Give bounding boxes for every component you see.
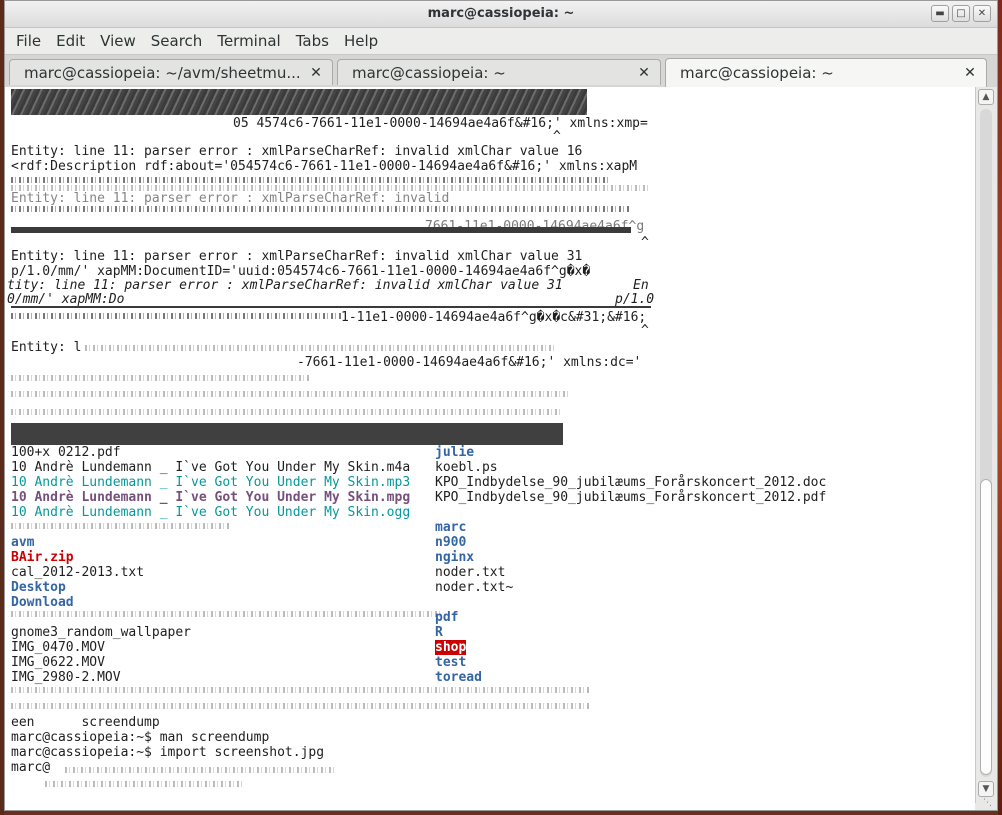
render-artifact: [11, 703, 591, 709]
file-entry: 100+x 0212.pdf: [11, 445, 121, 460]
menu-file[interactable]: File: [9, 30, 48, 52]
tab-label: marc@cassiopeia: ~: [680, 64, 834, 82]
menu-view[interactable]: View: [93, 30, 143, 52]
render-artifact: [11, 177, 611, 183]
render-artifact: [11, 611, 441, 617]
file-entry: 10 Andrè Lundemann _ I`ve Got You Under …: [11, 475, 411, 490]
directory-entry: n900: [435, 535, 467, 550]
window-title: marc@cassiopeia: ~: [427, 6, 575, 21]
render-artifact: [11, 313, 341, 319]
directory-entry: Desktop: [11, 580, 66, 595]
scrollbar-track[interactable]: [980, 109, 992, 777]
terminal-line: -7661-11e1-0000-14694ae4a6f&#16;' xmlns:…: [297, 355, 642, 370]
render-artifact: [11, 409, 561, 415]
menu-edit[interactable]: Edit: [49, 30, 92, 52]
close-tab-icon[interactable]: ✕: [962, 65, 978, 81]
menu-search[interactable]: Search: [144, 30, 210, 52]
directory-entry: marc: [435, 520, 467, 535]
scroll-up-icon[interactable]: ▲: [978, 89, 994, 105]
terminal-line: 05 4574c6-7661-11e1-0000-14694ae4a6f&#16…: [233, 116, 648, 131]
terminal-line: ^: [641, 323, 649, 338]
close-tab-icon[interactable]: ✕: [636, 65, 652, 81]
window-controls: ▬ □ ✕: [931, 5, 991, 22]
render-artifact: [11, 523, 231, 529]
file-entry: IMG_0622.MOV: [11, 655, 105, 670]
file-entry: noder.txt: [435, 565, 506, 580]
tab-label: marc@cassiopeia: ~/avm/sheetmu...: [24, 63, 301, 82]
terminal-line: een screendump: [11, 715, 160, 730]
tab-bar: marc@cassiopeia: ~/avm/sheetmu... ✕ marc…: [5, 54, 997, 88]
render-artifact: [11, 206, 631, 212]
maximize-icon[interactable]: □: [952, 5, 970, 22]
menu-terminal[interactable]: Terminal: [210, 30, 287, 52]
directory-entry: nginx: [435, 550, 475, 565]
scroll-down-icon[interactable]: ▼: [978, 781, 994, 797]
terminal-prompt: marc@: [11, 760, 51, 775]
menu-bar: File Edit View Search Terminal Tabs Help: [5, 28, 997, 54]
scrollbar-thumb[interactable]: [980, 479, 992, 775]
file-entry: 10 Andrè Lundemann _ I`ve Got You Under …: [11, 460, 411, 475]
close-icon[interactable]: ✕: [973, 5, 991, 22]
render-artifact: [65, 767, 335, 773]
close-tab-icon[interactable]: ✕: [308, 65, 324, 81]
terminal-line: En: [633, 278, 649, 293]
file-entry: KPO_Indbydelse_90_jubilæums_Forårskoncer…: [435, 475, 827, 490]
terminal-line: p/1.0/mm/' xapMM:DocumentID='uuid:054574…: [11, 264, 591, 279]
highlighted-directory-entry: shop: [435, 640, 467, 655]
title-bar[interactable]: marc@cassiopeia: ~ ▬ □ ✕: [5, 1, 997, 28]
tab-3-active[interactable]: marc@cassiopeia: ~ ✕: [665, 58, 987, 87]
directory-entry: julie: [435, 445, 475, 460]
render-artifact: [45, 781, 245, 787]
terminal-line: p/1.0: [615, 292, 655, 307]
desktop-background-right: [998, 0, 1002, 815]
directory-entry: R: [435, 625, 443, 640]
terminal-line: 0/mm/' xapMM:Do: [7, 292, 125, 307]
archive-entry: BAir.zip: [11, 550, 74, 565]
file-entry: koebl.ps: [435, 460, 498, 475]
menu-tabs[interactable]: Tabs: [289, 30, 336, 52]
file-entry: IMG_2980-2.MOV: [11, 670, 121, 685]
terminal-line: Entity: line 11: parser error : xmlParse…: [11, 249, 583, 264]
minimize-icon[interactable]: ▬: [931, 5, 949, 22]
file-entry: gnome3_random_wallpaper: [11, 625, 192, 640]
render-artifact: [11, 391, 571, 397]
terminal-output[interactable]: 05 4574c6-7661-11e1-0000-14694ae4a6f&#16…: [5, 87, 975, 810]
render-artifact: [11, 89, 587, 115]
terminal-line: Entity: line 11: parser error : xmlParse…: [11, 144, 583, 159]
menu-help[interactable]: Help: [337, 30, 385, 52]
render-artifact: [11, 687, 591, 693]
vertical-scrollbar[interactable]: ▲ ▼: [975, 87, 997, 803]
resize-grip-icon[interactable]: ⋱: [983, 798, 995, 808]
file-entry: 10 Andrè Lundemann _ I`ve Got You Under …: [11, 490, 411, 505]
directory-entry: Download: [11, 595, 74, 610]
file-entry: noder.txt~: [435, 580, 514, 595]
directory-entry: pdf: [435, 610, 459, 625]
terminal-line: Entity: line 11: parser error : xmlParse…: [11, 191, 450, 206]
render-artifact: [11, 375, 311, 381]
tab-1[interactable]: marc@cassiopeia: ~/avm/sheetmu... ✕: [9, 59, 333, 85]
directory-entry: test: [435, 655, 467, 670]
file-entry: IMG_0470.MOV: [11, 640, 105, 655]
shop-entry: shop: [435, 640, 467, 655]
render-artifact: [85, 345, 555, 351]
terminal-line: marc@cassiopeia:~$ import screenshot.jpg: [11, 745, 325, 760]
file-entry: 10 Andrè Lundemann _ I`ve Got You Under …: [11, 505, 411, 520]
directory-entry: avm: [11, 535, 35, 550]
file-entry: KPO_Indbydelse_90_jubilæums_Forårskoncer…: [435, 490, 827, 505]
terminal-line: ^: [641, 235, 649, 250]
file-entry: cal_2012-2013.txt: [11, 565, 145, 580]
tab-2[interactable]: marc@cassiopeia: ~ ✕: [337, 59, 661, 85]
terminal-line: ^: [553, 129, 561, 144]
terminal-line: 1-11e1-0000-14694ae4a6f^g�x�c&#31;&#16;: [341, 310, 647, 325]
terminal-line: <rdf:Description rdf:about='054574c6-766…: [11, 159, 638, 174]
terminal-line: tity: line 11: parser error : xmlParseCh…: [7, 278, 563, 293]
render-artifact: [11, 227, 631, 233]
terminal-line: marc@cassiopeia:~$ man screendump: [11, 730, 270, 745]
render-artifact: [11, 423, 563, 445]
tab-label: marc@cassiopeia: ~: [352, 63, 506, 82]
terminal-window: marc@cassiopeia: ~ ▬ □ ✕ File Edit View …: [4, 0, 998, 811]
render-artifact: [11, 306, 651, 308]
terminal-line: Entity: l: [11, 340, 82, 355]
directory-entry: toread: [435, 670, 482, 685]
